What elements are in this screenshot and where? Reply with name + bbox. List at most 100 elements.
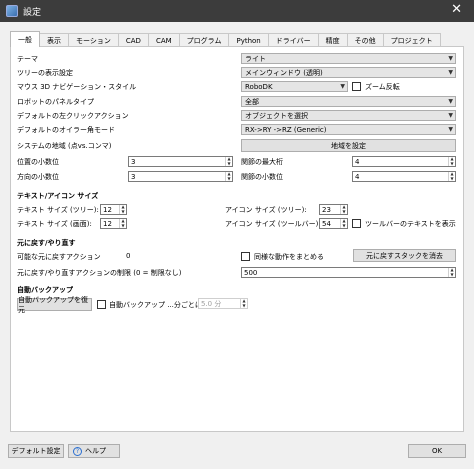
spinner[interactable]: ▲ ▼ xyxy=(448,268,455,277)
tab-accuracy[interactable]: 精度 xyxy=(317,33,348,47)
spinner[interactable]: ▲ ▼ xyxy=(119,205,126,214)
chevron-down-icon: ▼ xyxy=(448,55,453,62)
dir-decimals-input[interactable]: 3 ▲ ▼ xyxy=(128,171,233,182)
joint-decimals-input[interactable]: 4 ▲ ▼ xyxy=(352,171,456,182)
theme-value: ライト xyxy=(245,54,266,63)
backup-section-title: 自動バックアップ xyxy=(17,286,73,294)
down-icon[interactable]: ▼ xyxy=(226,176,232,182)
mouse-nav-label: マウス 3D ナビゲーション・スタイル xyxy=(17,83,137,91)
help-label: ヘルプ xyxy=(85,447,106,455)
down-icon[interactable]: ▼ xyxy=(120,209,126,215)
chevron-down-icon: ▼ xyxy=(340,83,345,90)
dir-decimals-label: 方向の小数位 xyxy=(17,173,59,181)
spinner[interactable]: ▲ ▼ xyxy=(340,219,347,228)
robot-panel-select[interactable]: 全部 ▼ xyxy=(241,96,456,107)
close-icon[interactable]: ✕ xyxy=(451,3,462,17)
down-icon[interactable]: ▼ xyxy=(241,303,247,309)
icon-tree-label: アイコン サイズ (ツリー): xyxy=(225,206,307,214)
text-icon-section-title: テキスト/アイコン サイズ xyxy=(17,192,99,200)
chevron-down-icon: ▼ xyxy=(448,69,453,76)
text-screen-label: テキスト サイズ (画面): xyxy=(17,220,92,228)
undo-limit-value: 500 xyxy=(244,268,258,277)
spinner[interactable]: ▲ ▼ xyxy=(240,299,247,308)
backup-interval-input[interactable]: 5.0 分 ▲ ▼ xyxy=(198,298,248,309)
undo-available-value: 0 xyxy=(126,252,131,260)
group-actions-label: 同様な動作をまとめる xyxy=(254,253,324,261)
icon-tree-value: 23 xyxy=(322,205,331,214)
spinner[interactable]: ▲ ▼ xyxy=(448,157,455,166)
icon-tree-input[interactable]: 23 ▲ ▼ xyxy=(319,204,348,215)
down-icon[interactable]: ▼ xyxy=(449,272,455,278)
tab-project[interactable]: プロジェクト xyxy=(382,33,441,47)
undo-limit-label: 元に戻す/やり直すアクションの制限 (0 = 制限なし) xyxy=(17,269,182,277)
tab-bar: 一般 表示 モーション CAD CAM プログラム Python ドライバー 精… xyxy=(10,31,441,47)
backup-interval-value: 5.0 分 xyxy=(201,299,222,308)
spinner[interactable]: ▲ ▼ xyxy=(225,172,232,181)
down-icon[interactable]: ▼ xyxy=(226,161,232,167)
down-icon[interactable]: ▼ xyxy=(341,209,347,215)
group-actions-checkbox[interactable] xyxy=(241,252,250,261)
joint-max-digits-label: 関節の最大桁 xyxy=(241,158,283,166)
auto-backup-checkbox[interactable] xyxy=(97,300,106,309)
text-tree-label: テキスト サイズ (ツリー): xyxy=(17,206,99,214)
spinner[interactable]: ▲ ▼ xyxy=(119,219,126,228)
mouse-nav-select[interactable]: RoboDK ▼ xyxy=(241,81,348,92)
tab-python[interactable]: Python xyxy=(228,33,269,47)
zoom-invert-checkbox[interactable] xyxy=(352,82,361,91)
general-panel: テーマ ライト ▼ ツリーの表示設定 メインウィンドウ (透明) ▼ マウス 3… xyxy=(10,46,464,432)
down-icon[interactable]: ▼ xyxy=(449,176,455,182)
tab-program[interactable]: プログラム xyxy=(178,33,230,47)
euler-label: デフォルトのオイラー角モード xyxy=(17,126,115,134)
locale-label: システムの地域 (点vs.コンマ) xyxy=(17,142,112,150)
joint-max-digits-input[interactable]: 4 ▲ ▼ xyxy=(352,156,456,167)
restore-backup-button[interactable]: 自動バックアップを復元 xyxy=(17,296,92,314)
pos-decimals-input[interactable]: 3 ▲ ▼ xyxy=(128,156,233,167)
text-screen-input[interactable]: 12 ▲ ▼ xyxy=(100,218,127,229)
pos-decimals-value: 3 xyxy=(131,157,136,166)
text-screen-value: 12 xyxy=(103,219,112,228)
robot-panel-value: 全部 xyxy=(245,97,259,106)
theme-label: テーマ xyxy=(17,55,38,63)
left-click-select[interactable]: オブジェクトを選択 ▼ xyxy=(241,110,456,121)
tab-general[interactable]: 一般 xyxy=(10,31,40,47)
tab-other[interactable]: その他 xyxy=(346,33,384,47)
text-tree-input[interactable]: 12 ▲ ▼ xyxy=(100,204,127,215)
app-icon xyxy=(6,5,18,17)
down-icon[interactable]: ▼ xyxy=(120,223,126,229)
pos-decimals-label: 位置の小数位 xyxy=(17,158,59,166)
dir-decimals-value: 3 xyxy=(131,172,136,181)
left-click-value: オブジェクトを選択 xyxy=(245,111,308,120)
theme-select[interactable]: ライト ▼ xyxy=(241,53,456,64)
euler-select[interactable]: RX->RY ->RZ (Generic) ▼ xyxy=(241,124,456,135)
undo-section-title: 元に戻す/やり直す xyxy=(17,239,76,247)
text-tree-value: 12 xyxy=(103,205,112,214)
tab-cam[interactable]: CAM xyxy=(147,33,180,47)
joint-decimals-label: 関節の小数位 xyxy=(241,173,283,181)
joint-decimals-value: 4 xyxy=(355,172,360,181)
down-icon[interactable]: ▼ xyxy=(449,161,455,167)
clear-undo-stack-button[interactable]: 元に戻すスタックを消去 xyxy=(353,249,456,262)
set-locale-button[interactable]: 地域を設定 xyxy=(241,139,456,152)
spinner[interactable]: ▲ ▼ xyxy=(225,157,232,166)
tab-display[interactable]: 表示 xyxy=(39,33,69,47)
down-icon[interactable]: ▼ xyxy=(341,223,347,229)
help-icon: ? xyxy=(73,446,82,456)
tab-cad[interactable]: CAD xyxy=(117,33,149,47)
help-button[interactable]: ? ヘルプ xyxy=(68,444,120,458)
tree-display-select[interactable]: メインウィンドウ (透明) ▼ xyxy=(241,67,456,78)
tab-motion[interactable]: モーション xyxy=(68,33,119,47)
tree-display-label: ツリーの表示設定 xyxy=(17,69,73,77)
left-click-label: デフォルトの左クリックアクション xyxy=(17,112,129,120)
auto-backup-label: 自動バックアップ ...分ごとに xyxy=(109,301,202,309)
robot-panel-label: ロボットのパネルタイプ xyxy=(17,98,94,106)
toolbar-text-checkbox[interactable] xyxy=(352,219,361,228)
tab-driver[interactable]: ドライバー xyxy=(267,33,319,47)
euler-value: RX->RY ->RZ (Generic) xyxy=(245,125,327,134)
ok-button[interactable]: OK xyxy=(408,444,466,458)
spinner[interactable]: ▲ ▼ xyxy=(340,205,347,214)
spinner[interactable]: ▲ ▼ xyxy=(448,172,455,181)
default-settings-button[interactable]: デフォルト設定 xyxy=(8,444,64,458)
icon-toolbar-value: 54 xyxy=(322,219,331,228)
icon-toolbar-input[interactable]: 54 ▲ ▼ xyxy=(319,218,348,229)
undo-limit-input[interactable]: 500 ▲ ▼ xyxy=(241,267,456,278)
